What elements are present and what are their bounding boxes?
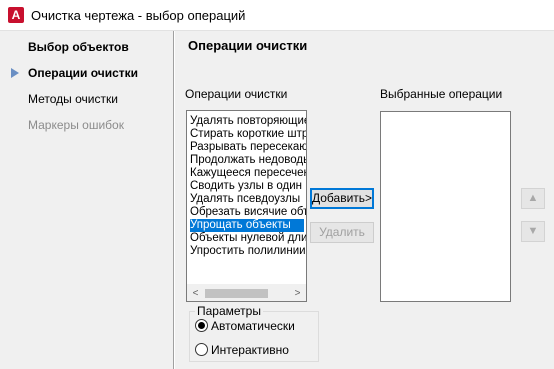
available-operations-list[interactable]: Удалять повторяющиеся Стирать короткие ш… — [186, 110, 307, 302]
title-bar: A Очистка чертежа - выбор операций — [0, 0, 554, 31]
list-item[interactable]: Продолжать недоводы — [190, 154, 306, 167]
nav-item-select-objects[interactable]: Выбор объектов — [28, 40, 129, 54]
drawing-cleanup-dialog: A Очистка чертежа - выбор операций Выбор… — [0, 0, 554, 369]
list-item[interactable]: Упростить полилинии — [190, 245, 306, 258]
app-icon-letter: A — [11, 8, 21, 22]
automatic-radio-label[interactable]: Автоматически — [211, 319, 295, 333]
autocad-app-icon: A — [8, 7, 24, 23]
horizontal-scrollbar[interactable]: < > — [187, 284, 306, 301]
window-title: Очистка чертежа - выбор операций — [31, 8, 246, 23]
remove-button[interactable]: Удалить — [310, 222, 374, 243]
list-item[interactable]: Удалять псевдоузлы — [190, 193, 306, 206]
list-item[interactable]: Сводить узлы в один — [190, 180, 306, 193]
nav-item-cleanup-methods[interactable]: Методы очистки — [28, 92, 118, 106]
scroll-right-icon[interactable]: > — [289, 285, 306, 301]
available-operations-label: Операции очистки — [185, 87, 288, 101]
selected-operations-list[interactable] — [380, 111, 511, 302]
nav-item-error-markers: Маркеры ошибок — [28, 118, 124, 132]
list-item[interactable]: Разрывать пересекающиеся — [190, 141, 306, 154]
automatic-radio[interactable] — [195, 319, 208, 332]
list-item[interactable]: Объекты нулевой длины — [190, 232, 306, 245]
list-item[interactable]: Кажущееся пересечение — [190, 167, 306, 180]
page-title: Операции очистки — [188, 38, 308, 53]
list-item[interactable]: Стирать короткие штрихи — [190, 128, 306, 141]
current-step-arrow-icon — [11, 68, 19, 78]
scroll-left-icon[interactable]: < — [187, 285, 204, 301]
list-item[interactable]: Удалять повторяющиеся — [190, 115, 306, 128]
move-down-button[interactable]: ▼ — [521, 221, 545, 242]
nav-divider — [173, 31, 175, 369]
interactive-radio[interactable] — [195, 343, 208, 356]
selected-operations-label: Выбранные операции — [380, 87, 503, 101]
nav-item-cleanup-operations[interactable]: Операции очистки — [28, 66, 138, 80]
add-button[interactable]: Добавить> — [310, 188, 374, 209]
arrow-down-icon: ▼ — [527, 225, 539, 237]
list-item[interactable]: Обрезать висячие объекты — [190, 206, 306, 219]
list-item-selected[interactable]: Упрощать объекты — [190, 219, 304, 232]
wizard-steps-nav — [0, 31, 173, 369]
parameters-group-title: Параметры — [195, 304, 263, 318]
scroll-thumb[interactable] — [205, 289, 268, 298]
arrow-up-icon: ▲ — [527, 192, 539, 204]
move-up-button[interactable]: ▲ — [521, 188, 545, 209]
interactive-radio-label[interactable]: Интерактивно — [211, 343, 289, 357]
